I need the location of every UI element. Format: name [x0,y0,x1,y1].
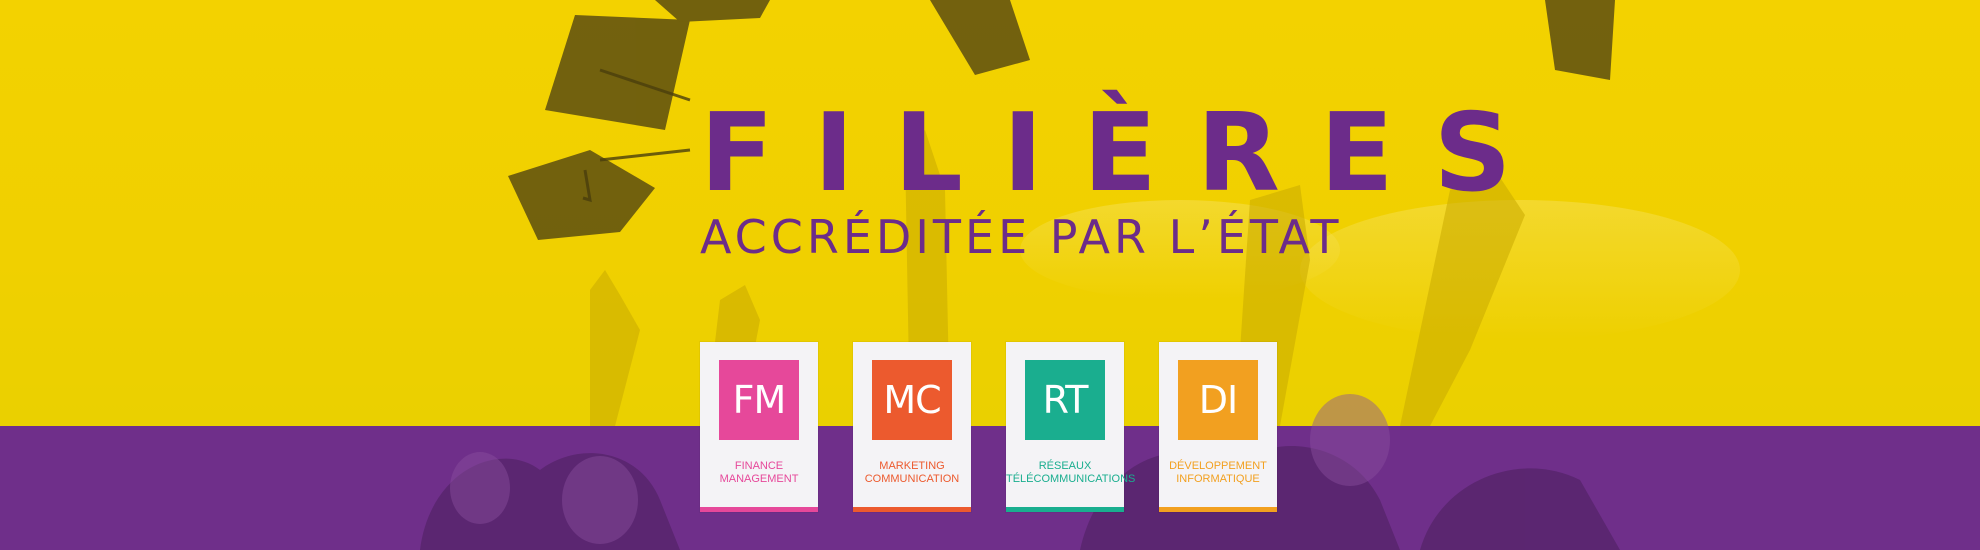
program-badge: MC [872,360,952,440]
program-accent-bar [853,507,971,512]
program-card-di[interactable]: DI DÉVELOPPEMENT INFORMATIQUE [1159,342,1277,512]
program-card-mc[interactable]: MC MARKETING COMMUNICATION [853,342,971,512]
program-label-line1: FINANCE [734,460,784,472]
program-label: DÉVELOPPEMENT INFORMATIQUE [1159,460,1277,486]
program-badge: DI [1178,360,1258,440]
program-label-line1: DÉVELOPPEMENT [1169,460,1267,472]
program-accent-bar [1006,507,1124,512]
program-label-line2: COMMUNICATION [864,473,960,485]
program-card-rt[interactable]: RT RÉSEAUX TÉLÉCOMMUNICATIONS [1006,342,1136,512]
program-label: MARKETING COMMUNICATION [853,460,971,486]
program-label-line2: TÉLÉCOMMUNICATIONS [1006,473,1136,485]
page-subtitle: ACCRÉDITÉE PAR L’ÉTAT [700,210,1343,264]
program-accent-bar [700,507,818,512]
graduates-photo [420,0,1740,550]
program-badge: RT [1025,360,1105,440]
hero-banner: FILIÈRES ACCRÉDITÉE PAR L’ÉTAT FM FINANC… [0,0,1980,550]
program-label-line1: MARKETING [879,460,945,472]
program-badge: FM [719,360,799,440]
program-label-line2: INFORMATIQUE [1176,473,1260,485]
program-card-fm[interactable]: FM FINANCE MANAGEMENT [700,342,818,512]
program-label-line2: MANAGEMENT [719,473,799,485]
program-label: RÉSEAUX TÉLÉCOMMUNICATIONS [1006,460,1136,486]
page-title: FILIÈRES [700,91,1552,216]
program-label: FINANCE MANAGEMENT [700,460,818,486]
program-accent-bar [1159,507,1277,512]
program-label-line1: RÉSEAUX [1038,460,1092,472]
